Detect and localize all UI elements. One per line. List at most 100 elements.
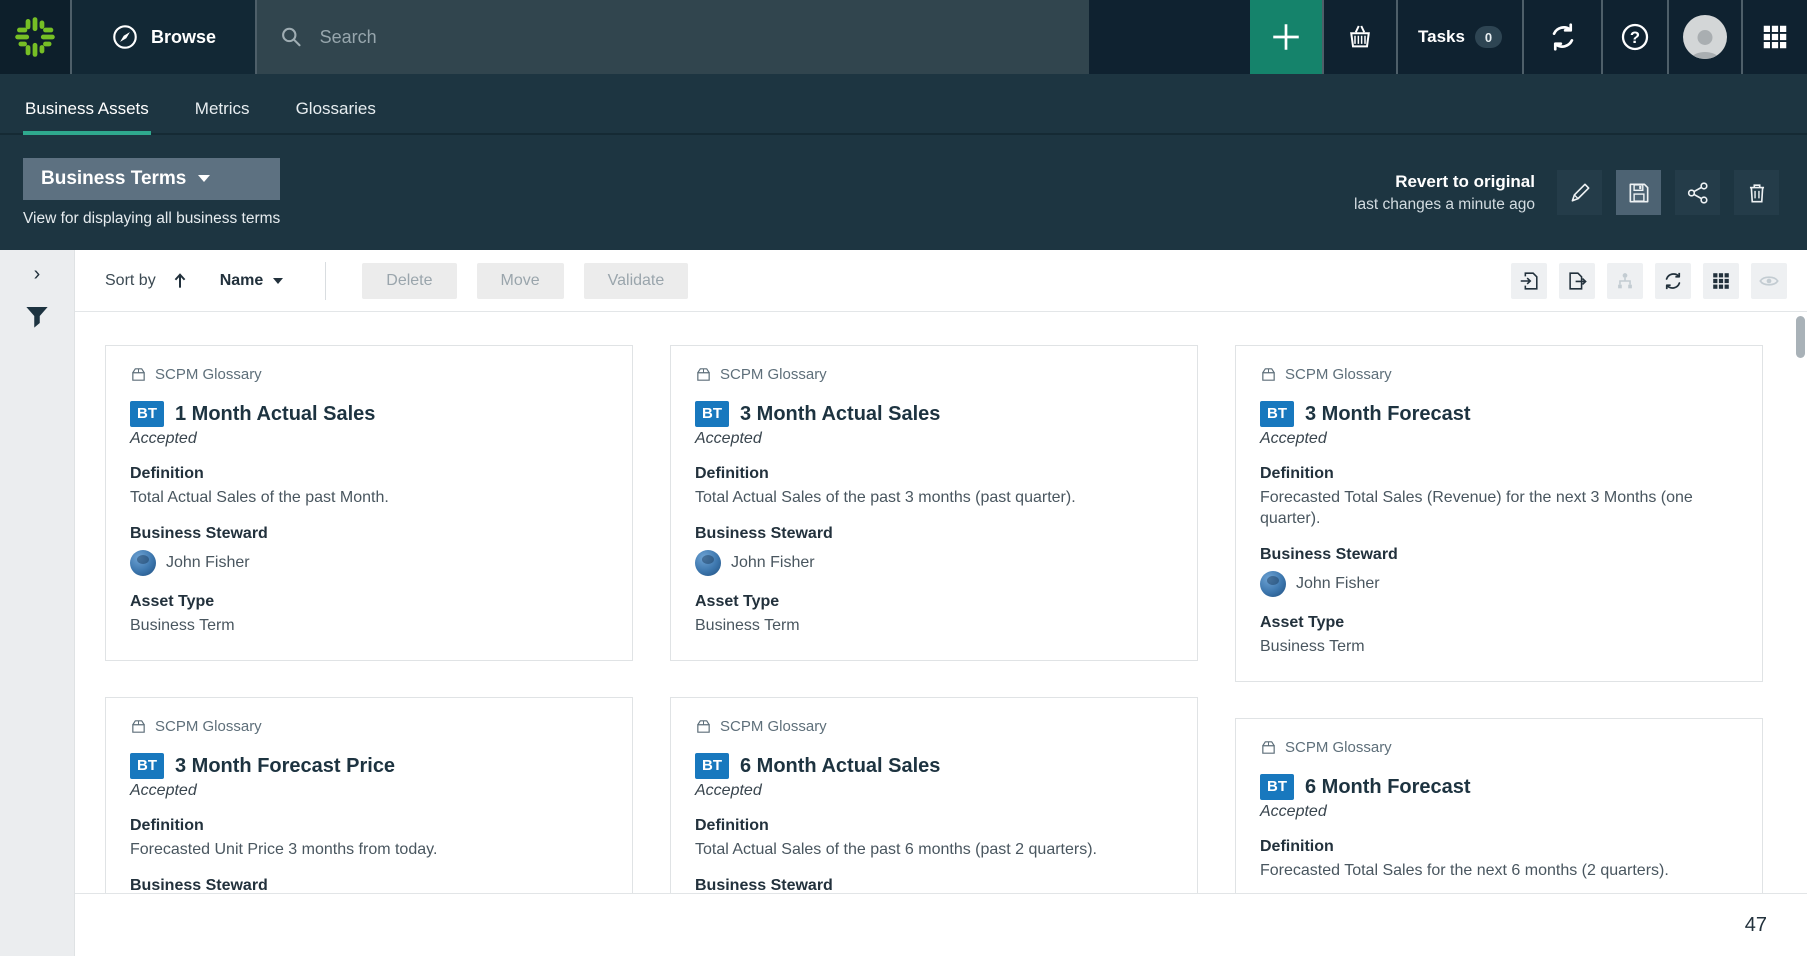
tab-metrics[interactable]: Metrics [193,99,252,133]
section-tabbar: Business Assets Metrics Glossaries [0,74,1807,135]
glossary-name: SCPM Glossary [1285,739,1392,756]
definition-value: Forecasted Total Sales for the next 6 mo… [1260,860,1738,881]
data-basket-button[interactable] [1324,0,1396,74]
top-navbar: Browse Tasks 0 [0,0,1807,74]
asset-title[interactable]: 1 Month Actual Sales [175,403,375,426]
share-icon [1685,180,1711,206]
glossary-icon [1260,366,1277,383]
definition-label: Definition [130,817,608,835]
steward-name[interactable]: John Fisher [731,554,815,572]
collibra-logo[interactable] [0,0,70,74]
import-icon [1518,270,1540,292]
steward-avatar [695,550,721,576]
asset-title[interactable]: 3 Month Forecast Price [175,755,395,778]
asset-title[interactable]: 3 Month Forecast [1305,403,1471,426]
help-icon: ? [1619,21,1651,53]
tasks-button[interactable]: Tasks 0 [1398,0,1522,74]
preview-button[interactable] [1751,263,1787,299]
view-selector-button[interactable]: Business Terms [23,158,280,200]
definition-label: Definition [695,465,1173,483]
person-silhouette-icon [1687,25,1723,59]
steward-label: Business Steward [1260,546,1738,564]
expand-panel-button[interactable]: › [34,264,41,284]
import-button[interactable] [1511,263,1547,299]
export-icon [1566,270,1588,292]
move-button[interactable]: Move [477,263,564,299]
tasks-count-badge: 0 [1475,26,1502,48]
card-domain[interactable]: SCPM Glossary [130,366,608,383]
save-view-button[interactable] [1616,170,1661,215]
definition-value: Total Actual Sales of the past 6 months … [695,839,1173,860]
asset-type-value: Business Term [1260,636,1738,657]
user-menu-button[interactable] [1669,0,1741,74]
hierarchy-view-button[interactable] [1607,263,1643,299]
asset-card: SCPM Glossary BT 1 Month Actual Sales Ac… [105,345,633,661]
apps-grid-icon [1760,22,1790,52]
definition-label: Definition [695,817,1173,835]
asset-status: Accepted [695,430,1173,448]
definition-value: Total Actual Sales of the past Month. [130,487,608,508]
filter-icon[interactable] [22,302,52,332]
export-button[interactable] [1559,263,1595,299]
left-panel-collapsed: › [0,250,75,956]
search-icon [279,24,304,50]
basket-icon [1345,22,1375,52]
eye-icon [1758,270,1780,292]
grid-view-icon [1710,270,1732,292]
sync-button[interactable] [1524,0,1601,74]
edit-view-button[interactable] [1557,170,1602,215]
validate-button[interactable]: Validate [584,263,689,299]
global-search[interactable] [257,0,1089,74]
tab-glossaries[interactable]: Glossaries [294,99,378,133]
create-asset-button[interactable] [1250,0,1322,74]
steward-name[interactable]: John Fisher [1296,575,1380,593]
steward-avatar [130,550,156,576]
card-domain[interactable]: SCPM Glossary [695,718,1173,735]
asset-title[interactable]: 6 Month Forecast [1305,776,1471,799]
results-footer: 47 [75,893,1807,956]
search-input[interactable] [320,27,1067,48]
card-domain[interactable]: SCPM Glossary [1260,739,1738,756]
asset-title[interactable]: 6 Month Actual Sales [740,755,940,778]
sort-field-dropdown[interactable]: Name [220,272,284,290]
sort-ascending-icon[interactable] [170,271,190,291]
tab-business-assets[interactable]: Business Assets [23,99,151,133]
glossary-icon [130,366,147,383]
asset-type-label: Asset Type [130,593,608,611]
glossary-name: SCPM Glossary [155,366,262,383]
view-subtitle: View for displaying all business terms [23,210,280,228]
card-domain[interactable]: SCPM Glossary [695,366,1173,383]
revert-label: Revert to original [1354,172,1535,192]
asset-type-badge: BT [695,753,729,779]
steward-label: Business Steward [695,525,1173,543]
definition-label: Definition [1260,838,1738,856]
asset-title[interactable]: 3 Month Actual Sales [740,403,940,426]
steward-name[interactable]: John Fisher [166,554,250,572]
grid-view-button[interactable] [1703,263,1739,299]
chevron-down-icon [273,278,283,284]
share-view-button[interactable] [1675,170,1720,215]
definition-value: Forecasted Unit Price 3 months from toda… [130,839,608,860]
asset-type-badge: BT [130,753,164,779]
help-button[interactable]: ? [1603,0,1667,74]
glossary-name: SCPM Glossary [1285,366,1392,383]
refresh-button[interactable] [1655,263,1691,299]
asset-type-label: Asset Type [1260,614,1738,632]
card-column: SCPM Glossary BT 1 Month Actual Sales Ac… [105,345,633,893]
revert-to-original[interactable]: Revert to original last changes a minute… [1354,172,1535,214]
asset-status: Accepted [1260,803,1738,821]
glossary-name: SCPM Glossary [155,718,262,735]
asset-card: SCPM Glossary BT 3 Month Forecast Price … [105,697,633,893]
apps-menu-button[interactable] [1743,0,1807,74]
scrollbar-thumb[interactable] [1796,316,1805,358]
delete-view-button[interactable] [1734,170,1779,215]
browse-button[interactable]: Browse [72,0,255,74]
glossary-name: SCPM Glossary [720,366,827,383]
card-domain[interactable]: SCPM Glossary [1260,366,1738,383]
save-icon [1626,180,1652,206]
asset-card: SCPM Glossary BT 6 Month Actual Sales Ac… [670,697,1198,893]
asset-type-badge: BT [130,401,164,427]
glossary-icon [130,718,147,735]
delete-button[interactable]: Delete [362,263,456,299]
card-domain[interactable]: SCPM Glossary [130,718,608,735]
